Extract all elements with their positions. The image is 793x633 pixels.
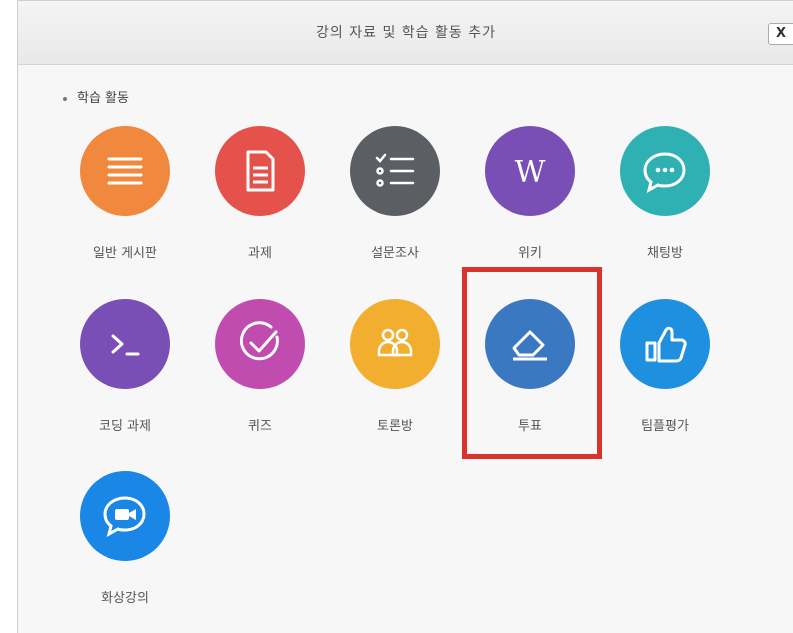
terminal-icon bbox=[80, 299, 170, 389]
activity-label: 과제 bbox=[248, 246, 272, 261]
section-heading: 학습 활동 bbox=[63, 87, 129, 106]
close-button[interactable]: X bbox=[768, 23, 793, 45]
checklist-icon bbox=[350, 126, 440, 216]
activity-label: 퀴즈 bbox=[248, 419, 272, 434]
check-circle-icon bbox=[215, 299, 305, 389]
wiki-w-icon: W bbox=[485, 126, 575, 216]
highlight-box bbox=[462, 267, 602, 459]
activity-label: 토론방 bbox=[377, 419, 413, 434]
list-icon bbox=[80, 126, 170, 216]
dialog-title: 강의 자료 및 학습 활동 추가 bbox=[316, 25, 496, 41]
activity-label: 일반 게시판 bbox=[93, 246, 157, 261]
section-label: 학습 활동 bbox=[77, 91, 129, 106]
bullet-icon bbox=[63, 96, 67, 101]
add-activity-dialog: 강의 자료 및 학습 활동 추가 X 학습 활동 일반 게시판 과제 설문조사 … bbox=[17, 0, 793, 633]
dialog-header: 강의 자료 및 학습 활동 추가 X bbox=[18, 1, 793, 65]
document-icon bbox=[215, 126, 305, 216]
video-chat-icon bbox=[80, 471, 170, 561]
activity-label: 팀플평가 bbox=[641, 419, 689, 434]
chat-bubble-icon bbox=[620, 126, 710, 216]
activity-label: 채팅방 bbox=[647, 246, 683, 261]
activity-label: 코딩 과제 bbox=[99, 419, 151, 434]
activity-label: 설문조사 bbox=[371, 246, 419, 261]
activity-label: 화상강의 bbox=[101, 591, 149, 606]
people-icon bbox=[350, 299, 440, 389]
thumbs-up-icon bbox=[620, 299, 710, 389]
activity-label: 위키 bbox=[518, 246, 542, 261]
svg-text:W: W bbox=[515, 155, 546, 190]
